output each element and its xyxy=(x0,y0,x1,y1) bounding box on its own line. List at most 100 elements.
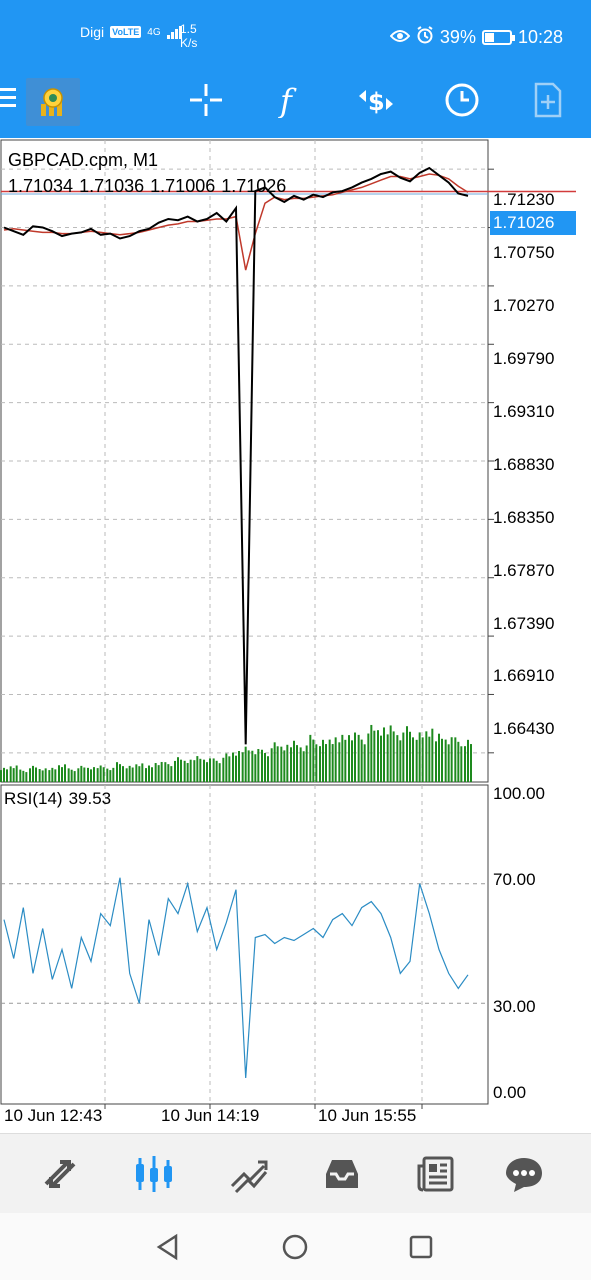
volume-bar xyxy=(106,768,109,782)
volume-bar xyxy=(116,762,118,782)
menu-icon[interactable] xyxy=(0,88,18,112)
volume-bar xyxy=(247,750,250,782)
recents-icon[interactable] xyxy=(405,1231,437,1263)
svg-text:$: $ xyxy=(368,88,385,116)
volume-bar xyxy=(322,739,324,782)
chart-canvas[interactable] xyxy=(0,138,591,1133)
chart-area[interactable]: GBPCAD.cpm, M1 1.71034 1.71036 1.71006 1… xyxy=(0,138,591,1133)
messages-icon[interactable] xyxy=(500,1150,548,1198)
volume-bar xyxy=(196,756,199,782)
battery-percent: 39% xyxy=(439,27,476,47)
volume-bar xyxy=(280,746,283,782)
symbol-label: GBPCAD.cpm, M1 xyxy=(8,150,159,170)
volume-bar xyxy=(102,767,105,782)
volume-bar xyxy=(312,739,315,782)
volume-bar xyxy=(199,758,202,782)
indicators-icon[interactable]: f xyxy=(271,80,311,120)
volume-bar xyxy=(447,744,450,782)
volume-bar xyxy=(164,762,167,782)
volume-bar xyxy=(299,747,302,782)
volume-bar xyxy=(290,747,292,782)
volume-bar xyxy=(29,768,31,782)
volume-bar xyxy=(70,769,73,782)
history-icon[interactable] xyxy=(318,1150,366,1198)
price-level-label: 1.69790 xyxy=(493,349,555,368)
crosshair-icon[interactable] xyxy=(186,80,226,120)
volume-bar xyxy=(360,739,363,782)
volume-bar xyxy=(225,753,228,782)
svg-text:f: f xyxy=(278,82,297,118)
volume-bar xyxy=(435,741,437,782)
rsi-level-label: 30.00 xyxy=(493,997,536,1016)
volume-bar xyxy=(15,765,18,782)
volume-bar xyxy=(319,746,321,782)
status-bar: Digi VoLTE 4G 1.5 K/s 39% 10:28 xyxy=(0,0,591,74)
volume-bar xyxy=(344,739,347,782)
volume-bar xyxy=(389,725,392,782)
trade-icon[interactable]: $ xyxy=(356,80,396,120)
chart-tab-icon[interactable] xyxy=(130,1150,178,1198)
volume-bar xyxy=(119,764,121,782)
close-value: 1.71026 xyxy=(221,176,287,196)
volume-bar xyxy=(392,731,395,782)
volume-bar xyxy=(167,764,170,782)
volume-bar xyxy=(48,770,51,782)
timeframe-icon[interactable] xyxy=(442,80,482,120)
volume-bar xyxy=(276,746,279,782)
bottom-navigation xyxy=(0,1133,591,1213)
volume-bar xyxy=(415,739,418,782)
volume-bar xyxy=(431,728,434,782)
battery-icon xyxy=(481,30,515,45)
volume-bar xyxy=(19,769,22,782)
price-level-label: 1.68830 xyxy=(493,455,555,474)
quotes-icon[interactable] xyxy=(36,1150,84,1198)
price-level-label: 1.70750 xyxy=(493,243,555,262)
network-speed: 1.5 K/s xyxy=(180,22,197,50)
volume-bar xyxy=(257,749,260,782)
volume-bar xyxy=(286,744,289,782)
volume-bar xyxy=(367,733,370,782)
volume-bar xyxy=(251,750,254,782)
volume-bar xyxy=(96,768,99,782)
network-type: 4G xyxy=(147,26,161,38)
volume-bar xyxy=(148,765,150,782)
volume-bar xyxy=(180,759,182,782)
price-level-label: 1.67390 xyxy=(493,614,555,633)
volume-bar xyxy=(77,768,80,782)
volume-bar xyxy=(189,759,192,782)
volume-bar xyxy=(399,740,402,782)
price-level-label: 1.66430 xyxy=(493,719,555,738)
volume-bar xyxy=(386,734,389,782)
volume-bar xyxy=(64,764,66,782)
volume-bar xyxy=(212,758,215,782)
trade-tab-icon[interactable] xyxy=(224,1150,272,1198)
volume-bar xyxy=(305,745,308,782)
volume-bar xyxy=(160,761,163,782)
volume-bar xyxy=(383,727,385,782)
low-value: 1.71006 xyxy=(150,176,216,196)
volume-bar xyxy=(222,757,225,782)
volume-bar xyxy=(44,768,47,782)
price-line xyxy=(3,166,469,745)
volume-bar xyxy=(203,759,205,782)
volume-bar xyxy=(67,768,70,782)
rsi-name: RSI(14) xyxy=(4,789,63,808)
chart-toolbar: f $ xyxy=(0,74,591,138)
volume-bar xyxy=(122,766,124,782)
app-logo-icon[interactable] xyxy=(26,78,80,126)
volume-bar xyxy=(58,765,60,782)
volume-bar xyxy=(270,748,273,782)
add-object-icon[interactable] xyxy=(528,80,568,120)
time-label: 10 Jun 15:55 xyxy=(318,1106,417,1125)
rsi-level-label: 70.00 xyxy=(493,870,536,889)
volume-bar xyxy=(54,769,57,782)
news-icon[interactable] xyxy=(412,1150,460,1198)
volume-bar xyxy=(273,742,276,782)
back-icon[interactable] xyxy=(152,1231,184,1263)
volume-bar xyxy=(112,767,115,782)
home-icon[interactable] xyxy=(279,1231,311,1263)
volume-bar xyxy=(380,735,382,782)
volume-bar xyxy=(35,767,37,782)
rsi-line xyxy=(3,877,469,1079)
volume-bar xyxy=(83,767,86,782)
